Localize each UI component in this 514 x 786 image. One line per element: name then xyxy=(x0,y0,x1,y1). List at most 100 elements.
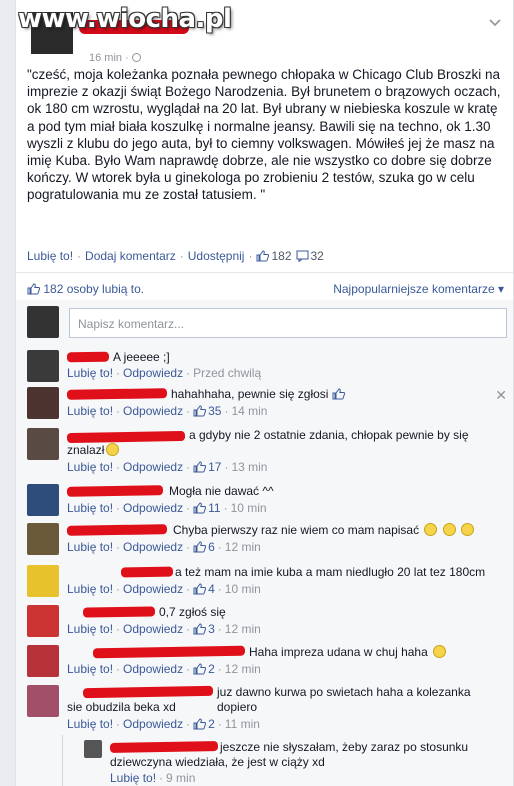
comment-like-link[interactable]: Lubię to! xyxy=(67,540,113,554)
comment-like-link[interactable]: Lubię to! xyxy=(67,366,113,380)
comment-reply-link[interactable]: Odpowiedz xyxy=(123,540,183,554)
comment-item: Mogła nie dawać ^^ Lubię to! · Odpowiedz · 1… xyxy=(27,484,507,516)
commenter-avatar[interactable] xyxy=(27,565,59,597)
sort-comments-dropdown[interactable]: Najpopularniejsze komentarze ▾ xyxy=(333,282,504,296)
comment-time[interactable]: 10 min xyxy=(231,501,267,515)
share-link[interactable]: Udostępnij xyxy=(188,249,245,263)
commenter-avatar[interactable] xyxy=(27,523,59,555)
watermark-logo: www.wiocha.pl xyxy=(18,4,232,34)
comment-like-count[interactable]: 4 xyxy=(208,582,215,596)
close-icon[interactable]: ✕ xyxy=(495,387,507,404)
commenter-avatar[interactable] xyxy=(27,428,59,460)
comment-input[interactable]: Napisz komentarz... xyxy=(69,308,507,338)
comment-time[interactable]: 13 min xyxy=(231,460,267,474)
comment-text: a gdyby nie 2 ostatnie zdania, chłopak p… xyxy=(189,428,469,442)
comment-like-link[interactable]: Lubię to! xyxy=(110,771,156,785)
comment-reply-link[interactable]: Odpowiedz xyxy=(123,501,183,515)
comment-meta: Lubię to! · Odpowiedz · Przed chwilą xyxy=(67,366,262,380)
comment-text: jeszcze nie słyszałam, żeby zaraz po sto… xyxy=(220,740,469,754)
thumbs-up-icon xyxy=(193,623,207,635)
comment-text-line2: dziewczyna wiedziała, że jest w ciąży xd xyxy=(110,755,325,769)
separator: · xyxy=(179,249,184,263)
comment-like-link[interactable]: Lubię to! xyxy=(67,404,113,418)
comment-like-link[interactable]: Lubię to! xyxy=(67,582,113,596)
smile-emoji-icon xyxy=(461,523,475,536)
comment-time[interactable]: 14 min xyxy=(231,404,267,418)
thumbs-up-icon xyxy=(256,250,270,262)
comment-text-line2: znalazł xyxy=(67,443,120,458)
comment-time[interactable]: Przed chwilą xyxy=(193,366,261,380)
smile-emoji-icon xyxy=(433,645,447,658)
comment-reply-link[interactable]: Odpowiedz xyxy=(123,404,183,418)
comment-meta: Lubię to! · Odpowiedz · 3 · 12 min xyxy=(67,622,261,636)
comment-time[interactable]: 12 min xyxy=(225,540,261,554)
comment-time[interactable]: 11 min xyxy=(225,717,260,731)
reply-item: jeszcze nie słyszałam, żeby zaraz po sto… xyxy=(84,740,504,786)
thumbs-up-icon xyxy=(193,718,207,730)
commenter-name-redacted xyxy=(109,741,219,753)
comment-time[interactable]: 9 min xyxy=(166,771,195,785)
commenter-avatar[interactable] xyxy=(27,387,59,419)
commenter-avatar[interactable] xyxy=(27,645,59,677)
comment-like-count[interactable]: 11 xyxy=(208,501,220,515)
comment-text-span: hahahhaha, pewnie się zgłosi xyxy=(171,387,329,401)
comment-like-link[interactable]: Lubię to! xyxy=(67,662,113,676)
comment-item: a gdyby nie 2 ostatnie zdania, chłopak p… xyxy=(27,428,507,474)
comment-like-link[interactable]: Lubię to! xyxy=(67,717,113,731)
comment-count[interactable]: 32 xyxy=(311,249,324,263)
like-count[interactable]: 182 xyxy=(271,249,291,263)
comment-text: A jeeeee ;] xyxy=(113,350,170,364)
comment-reply-link[interactable]: Odpowiedz xyxy=(123,366,183,380)
comment-item: Haha impreza udana w chuj haha Lubię to!… xyxy=(27,645,507,677)
comment-reply-link[interactable]: Odpowiedz xyxy=(123,662,183,676)
comment-like-count[interactable]: 3 xyxy=(208,622,215,636)
comment-reply-link[interactable]: Odpowiedz xyxy=(123,717,183,731)
comment-reply-link[interactable]: Odpowiedz xyxy=(123,582,183,596)
commenter-avatar[interactable] xyxy=(84,740,102,758)
comment-text: Haha impreza udana w chuj haha xyxy=(249,645,447,660)
commenter-avatar[interactable] xyxy=(27,350,59,382)
like-link[interactable]: Lubię to! xyxy=(27,249,73,263)
comment-like-count[interactable]: 17 xyxy=(208,460,221,474)
comment-like-link[interactable]: Lubię to! xyxy=(67,460,113,474)
comment-meta: Lubię to! · Odpowiedz · 4 · 10 min xyxy=(67,582,261,596)
comment-like-link[interactable]: Lubię to! xyxy=(67,501,113,515)
comment-item: hahahhaha, pewnie się zgłosi ✕ Lubię to!… xyxy=(27,387,507,423)
comment-text-line2: sie obudzila beka xd xyxy=(67,700,176,714)
comment-item: A jeeeee ;] Lubię to! · Odpowiedz · Przed ch… xyxy=(27,350,507,382)
comment-meta: Lubię to! · Odpowiedz · 6 · 12 min xyxy=(67,540,261,554)
thumbs-up-icon xyxy=(193,583,207,595)
comment-like-count[interactable]: 2 xyxy=(208,662,215,676)
post-timestamp[interactable]: 16 min · xyxy=(89,52,144,64)
comment-text: Chyba pierwszy raz nie wiem co mam napis… xyxy=(173,523,475,538)
smile-emoji-icon xyxy=(106,443,120,456)
comment-meta: Lubię to! · Odpowiedz · 11 · 10 min xyxy=(67,501,267,515)
smile-emoji-icon xyxy=(442,523,456,536)
comment-meta: Lubię to! · Odpowiedz · 17 · 13 min xyxy=(67,460,268,474)
separator: · xyxy=(77,249,82,263)
commenter-avatar[interactable] xyxy=(27,484,59,516)
comment-reply-link[interactable]: Odpowiedz xyxy=(123,460,183,474)
commenter-avatar[interactable] xyxy=(27,685,59,717)
comment-time[interactable]: 10 min xyxy=(225,582,261,596)
divider xyxy=(16,272,513,273)
chevron-down-icon[interactable] xyxy=(487,14,503,30)
comment-like-count[interactable]: 35 xyxy=(208,404,221,418)
commenter-avatar[interactable] xyxy=(27,605,59,637)
comment-meta: Lubię to! · Odpowiedz · 2 · 12 min xyxy=(67,662,261,676)
comment-time[interactable]: 12 min xyxy=(225,622,261,636)
comment-bubble-icon xyxy=(296,250,308,262)
likes-summary-link[interactable]: 182 osoby lubią to. xyxy=(43,282,144,296)
commenter-name-redacted xyxy=(92,645,246,659)
comment-like-count[interactable]: 2 xyxy=(208,717,215,731)
thumbs-up-icon xyxy=(193,502,207,514)
comment-like-link[interactable]: Lubię to! xyxy=(67,622,113,636)
commenter-name-redacted xyxy=(82,685,214,699)
comment-time[interactable]: 12 min xyxy=(225,662,261,676)
comment-meta: Lubię to! · Odpowiedz · 2 · 11 min xyxy=(67,717,260,731)
comment-reply-link[interactable]: Odpowiedz xyxy=(123,622,183,636)
comment-like-count[interactable]: 6 xyxy=(208,540,215,554)
thumbs-up-icon xyxy=(193,663,207,675)
comment-text: a też mam na imie kuba a mam niedlugło 2… xyxy=(175,565,486,579)
add-comment-link[interactable]: Dodaj komentarz xyxy=(85,249,176,263)
